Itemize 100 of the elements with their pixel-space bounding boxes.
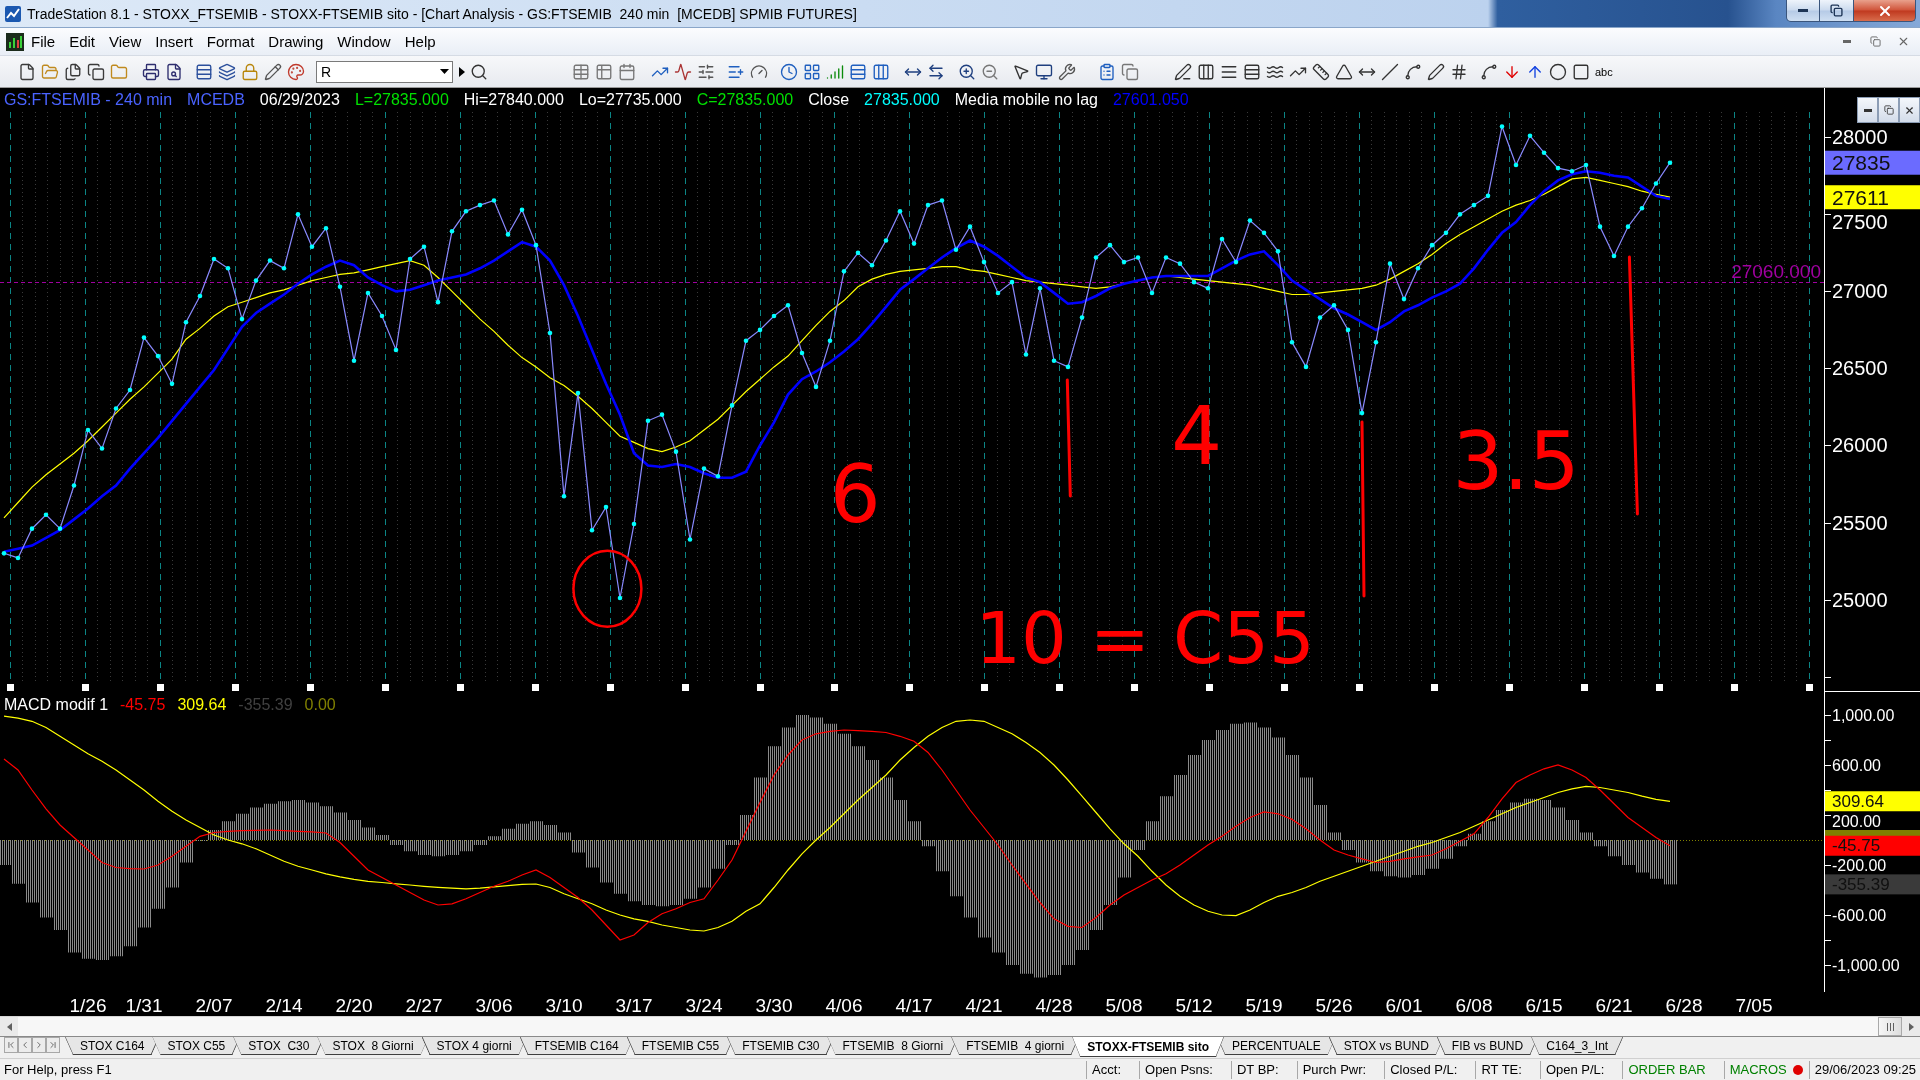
handwritten-note: 10 = C55 (975, 596, 1315, 681)
menu-item[interactable]: Help (397, 29, 443, 54)
menu-item[interactable]: File (24, 29, 63, 54)
square-marker-icon (457, 684, 464, 691)
square-marker-icon (1356, 684, 1363, 691)
rows-icon[interactable] (849, 62, 867, 81)
minimize-button[interactable] (1786, 0, 1820, 22)
zoom-out-icon[interactable] (981, 62, 999, 81)
restore-icon (1883, 105, 1894, 115)
hash-icon[interactable] (1450, 62, 1468, 81)
handwritten-note: 4 (1171, 389, 1223, 483)
square-marker-icon (906, 684, 913, 691)
menu-item[interactable]: Edit (62, 29, 103, 54)
curve-icon[interactable] (1480, 62, 1498, 81)
symbol-combobox[interactable]: R (316, 60, 453, 83)
menu-item[interactable]: Window (330, 29, 398, 54)
status-field: Closed P/L: (1384, 1060, 1476, 1079)
date-label: 2/14 (265, 994, 303, 1016)
curve-icon[interactable] (1404, 62, 1422, 81)
date-label: 3/17 (615, 994, 653, 1016)
table-icon[interactable] (595, 62, 613, 81)
table-icon[interactable] (572, 62, 590, 81)
square-marker-icon (7, 684, 14, 691)
palette-icon[interactable] (287, 62, 305, 81)
text-tool-button[interactable]: abc (1595, 62, 1613, 81)
axis-label: 600.00 (1832, 756, 1881, 774)
circle-icon[interactable] (1549, 62, 1567, 81)
last-value-label: -45.75 (1825, 835, 1920, 856)
left-triangle-icon (6, 1022, 12, 1031)
scroll-left-button[interactable] (0, 1017, 18, 1036)
date-label: 5/19 (1245, 994, 1283, 1016)
file-icon[interactable] (18, 62, 36, 81)
status-field: Acct: (1086, 1060, 1139, 1079)
pen-line-icon[interactable] (1174, 62, 1192, 81)
clipboard-icon[interactable] (1098, 62, 1116, 81)
calendar-icon[interactable] (618, 62, 636, 81)
columns-icon[interactable] (872, 62, 890, 81)
date-label: 4/21 (965, 994, 1003, 1016)
files-icon[interactable] (64, 62, 82, 81)
minimize-button[interactable] (1857, 97, 1878, 123)
last-value-label: 27611 (1825, 185, 1920, 210)
square-icon[interactable] (1572, 62, 1590, 81)
axis-label: 28000 (1832, 126, 1888, 149)
square-marker-icon (1656, 684, 1663, 691)
bars-icon[interactable] (826, 62, 844, 81)
menu-item[interactable]: Drawing (261, 29, 331, 54)
search-icon[interactable] (470, 62, 488, 81)
legend-text: Media mobile no lag (954, 91, 1098, 110)
square-marker-icon (682, 684, 689, 691)
open-folder-icon[interactable] (41, 62, 59, 81)
activity-icon[interactable] (674, 62, 692, 81)
ruler-icon[interactable] (1312, 62, 1330, 81)
pointer-icon[interactable] (1012, 62, 1030, 81)
close-button[interactable] (1854, 0, 1916, 22)
clock-icon[interactable] (780, 62, 798, 81)
axis-label: 26000 (1832, 434, 1888, 457)
copy-icon[interactable] (87, 62, 105, 81)
scrollbar-thumb[interactable] (1878, 1017, 1902, 1036)
monitor-icon[interactable] (1035, 62, 1053, 81)
triangle-icon[interactable] (1335, 62, 1353, 81)
restore-button[interactable] (1878, 97, 1899, 123)
gauge-icon[interactable] (750, 62, 768, 81)
pencil-icon[interactable] (264, 62, 282, 81)
date-label: 4/28 (1035, 994, 1073, 1016)
grid-icon[interactable] (803, 62, 821, 81)
lock-icon[interactable] (241, 62, 259, 81)
printer-icon[interactable] (142, 62, 160, 81)
restore-button[interactable] (1820, 0, 1854, 22)
sheet-tab[interactable]: STOXX-FTSEMIB sito (1072, 1037, 1224, 1057)
menu-item[interactable]: View (102, 29, 149, 54)
pen-icon[interactable] (1427, 62, 1445, 81)
sliders-icon[interactable] (697, 62, 715, 81)
slash-icon[interactable] (1381, 62, 1399, 81)
axis-label: 200.00 (1832, 812, 1881, 830)
chart-window-icon[interactable] (6, 32, 24, 51)
rows-icon[interactable] (195, 62, 213, 81)
square-marker-icon (981, 684, 988, 691)
menu-item[interactable]: Format (199, 29, 262, 54)
scroll-right-button[interactable] (1902, 1017, 1920, 1036)
date-label: 2/07 (195, 994, 233, 1016)
menu-item[interactable]: Insert (148, 29, 200, 54)
chevron-left-icon (20, 1040, 30, 1050)
play-icon[interactable] (459, 66, 465, 77)
wrench-icon[interactable] (1058, 62, 1076, 81)
file-search-icon[interactable] (165, 62, 183, 81)
date-label: 4/17 (895, 994, 933, 1016)
folder-icon[interactable] (110, 62, 128, 81)
date-label: 3/10 (545, 994, 583, 1016)
zoom-in-icon[interactable] (958, 62, 976, 81)
handwritten-note: 3.5 (1452, 415, 1580, 509)
close-button[interactable] (1899, 97, 1920, 123)
left-right-arrows-icon[interactable] (927, 62, 945, 81)
rows-icon[interactable] (1243, 62, 1261, 81)
status-field: Open Psns: (1139, 1060, 1231, 1079)
square-marker-icon (1731, 684, 1738, 691)
layers-icon[interactable] (218, 62, 236, 81)
date-label: 4/06 (825, 994, 863, 1016)
sheet-tab[interactable]: C164_3_Int (1531, 1037, 1624, 1055)
columns-icon[interactable] (1197, 62, 1215, 81)
date-label: 6/28 (1665, 994, 1703, 1016)
